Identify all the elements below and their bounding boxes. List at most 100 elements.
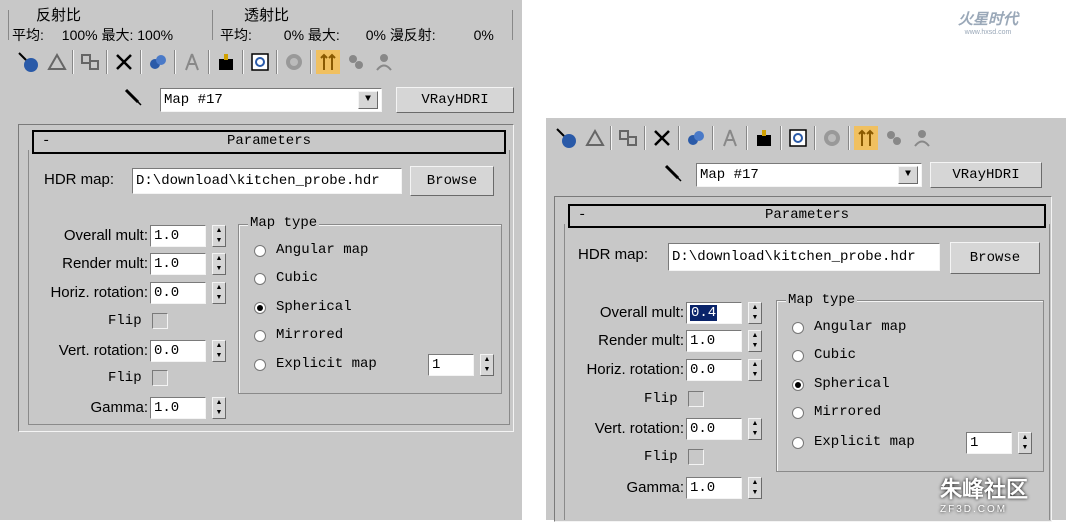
render-mult-spinner[interactable]: ▲ ▼ xyxy=(212,253,226,275)
dropdown-arrow-button[interactable]: ▼ xyxy=(898,166,918,184)
map-type-button[interactable]: VRayHDRI xyxy=(930,162,1042,188)
vert-rotation-field[interactable]: 0.0 xyxy=(150,340,206,362)
put-to-library-icon[interactable] xyxy=(718,126,742,150)
hdr-map-label: HDR map: xyxy=(44,171,115,188)
go-to-parent-icon[interactable] xyxy=(854,126,878,150)
map-name-dropdown[interactable]: Map #17 xyxy=(160,88,382,112)
put-to-library-icon[interactable] xyxy=(180,50,204,74)
reset-map-icon[interactable] xyxy=(112,50,136,74)
horiz-rotation-spinner[interactable]: ▲ ▼ xyxy=(748,359,762,381)
vert-rotation-value: 0.0 xyxy=(154,343,180,359)
vert-rotation-value: 0.0 xyxy=(690,421,716,437)
put-to-scene-icon[interactable] xyxy=(44,50,68,74)
show-map-icon[interactable] xyxy=(786,126,810,150)
assign-to-selection-icon[interactable] xyxy=(616,126,640,150)
hdr-map-label: HDR map: xyxy=(578,246,649,263)
get-material-icon[interactable] xyxy=(16,50,40,74)
radio-mirrored[interactable] xyxy=(792,407,804,419)
assign-to-selection-icon[interactable] xyxy=(78,50,102,74)
overall-mult-spinner[interactable]: ▲ ▼ xyxy=(212,225,226,247)
gamma-field[interactable]: 1.0 xyxy=(150,397,206,419)
vert-rotation-spinner[interactable]: ▲ ▼ xyxy=(212,340,226,362)
hdr-map-path-field[interactable]: D:\download\kitchen_probe.hdr xyxy=(668,243,940,271)
go-to-sibling-icon[interactable] xyxy=(372,50,396,74)
mirrored-label: Mirrored xyxy=(814,404,882,420)
toolbar-separator xyxy=(848,126,850,150)
get-material-icon[interactable] xyxy=(554,126,578,150)
refract-stats: 平均: 0% 最大: 0% 漫反射: 0% xyxy=(220,25,494,45)
vert-rotation-spinner[interactable]: ▲ ▼ xyxy=(748,418,762,440)
refract-max-value: 0% xyxy=(365,27,386,43)
map-name-value: Map #17 xyxy=(700,167,759,183)
toolbar-separator xyxy=(610,126,612,150)
explicit-map-channel-spinner[interactable]: ▲ ▼ xyxy=(480,354,494,376)
gamma-spinner[interactable]: ▲ ▼ xyxy=(212,397,226,419)
radio-cubic[interactable] xyxy=(254,273,266,285)
show-end-result-icon[interactable] xyxy=(282,50,306,74)
material-id-icon[interactable] xyxy=(214,50,238,74)
hxsd-watermark: 火星时代 www.hxsd.com xyxy=(958,8,1018,36)
reflect-avg-label: 平均: xyxy=(12,27,44,43)
dropdown-arrow-button[interactable]: ▼ xyxy=(358,91,378,109)
vert-flip-checkbox[interactable] xyxy=(688,449,704,465)
radio-spherical[interactable] xyxy=(792,379,804,391)
overall-mult-spinner[interactable]: ▲ ▼ xyxy=(748,302,762,324)
horiz-rotation-spinner[interactable]: ▲ ▼ xyxy=(212,282,226,304)
put-to-scene-icon[interactable] xyxy=(582,126,606,150)
overall-mult-field[interactable]: 0.4 xyxy=(686,302,742,324)
radio-spherical[interactable] xyxy=(254,302,266,314)
hdr-map-path-value: D:\download\kitchen_probe.hdr xyxy=(672,249,916,265)
show-end-result-icon[interactable] xyxy=(820,126,844,150)
toolbar-separator xyxy=(746,126,748,150)
map-name-dropdown[interactable]: Map #17 xyxy=(696,163,922,187)
overall-mult-field[interactable]: 1.0 xyxy=(150,225,206,247)
toolbar xyxy=(554,126,934,150)
spherical-label: Spherical xyxy=(814,376,890,392)
radio-mirrored[interactable] xyxy=(254,330,266,342)
zf3d-url: ZF3D.COM xyxy=(940,504,1008,515)
horiz-flip-checkbox[interactable] xyxy=(152,313,168,329)
header-divider-left xyxy=(8,10,9,40)
go-forward-icon[interactable] xyxy=(882,126,906,150)
horiz-rotation-field[interactable]: 0.0 xyxy=(686,359,742,381)
show-map-icon[interactable] xyxy=(248,50,272,74)
render-mult-field[interactable]: 1.0 xyxy=(686,330,742,352)
eyedropper-icon[interactable] xyxy=(122,86,144,113)
browse-button[interactable]: Browse xyxy=(950,242,1040,274)
explicit-map-channel-spinner[interactable]: ▲ ▼ xyxy=(1018,432,1032,454)
material-id-icon[interactable] xyxy=(752,126,776,150)
gamma-label: Gamma: xyxy=(90,399,148,416)
radio-angular-map[interactable] xyxy=(792,322,804,334)
render-mult-spinner[interactable]: ▲ ▼ xyxy=(748,330,762,352)
horiz-flip-checkbox[interactable] xyxy=(688,391,704,407)
reset-map-icon[interactable] xyxy=(650,126,674,150)
go-to-parent-icon[interactable] xyxy=(316,50,340,74)
radio-cubic[interactable] xyxy=(792,350,804,362)
overall-mult-value: 1.0 xyxy=(154,228,180,244)
gamma-field[interactable]: 1.0 xyxy=(686,477,742,499)
make-unique-icon[interactable] xyxy=(146,50,170,74)
hdr-map-path-field[interactable]: D:\download\kitchen_probe.hdr xyxy=(132,168,402,194)
radio-explicit-map[interactable] xyxy=(792,437,804,449)
render-mult-label: Render mult: xyxy=(598,332,684,349)
radio-explicit-map[interactable] xyxy=(254,359,266,371)
rollout-title: Parameters xyxy=(764,207,849,223)
refract-max-label: 最大: xyxy=(307,27,340,43)
gamma-spinner[interactable]: ▲ ▼ xyxy=(748,477,762,499)
eyedropper-icon[interactable] xyxy=(662,162,684,189)
explicit-map-channel-field[interactable]: 1 xyxy=(966,432,1012,454)
vert-flip-checkbox[interactable] xyxy=(152,370,168,386)
make-unique-icon[interactable] xyxy=(684,126,708,150)
horiz-rotation-field[interactable]: 0.0 xyxy=(150,282,206,304)
explicit-map-channel-field[interactable]: 1 xyxy=(428,354,474,376)
hxsd-logo-text: 火星时代 xyxy=(958,11,1019,28)
render-mult-field[interactable]: 1.0 xyxy=(150,253,206,275)
map-type-button[interactable]: VRayHDRI xyxy=(396,87,514,113)
go-forward-icon[interactable] xyxy=(344,50,368,74)
render-mult-value: 1.0 xyxy=(690,333,716,349)
radio-angular-map[interactable] xyxy=(254,245,266,257)
go-to-sibling-icon[interactable] xyxy=(910,126,934,150)
vert-rotation-field[interactable]: 0.0 xyxy=(686,418,742,440)
overall-mult-label: Overall mult: xyxy=(599,304,684,321)
browse-button[interactable]: Browse xyxy=(410,166,494,196)
